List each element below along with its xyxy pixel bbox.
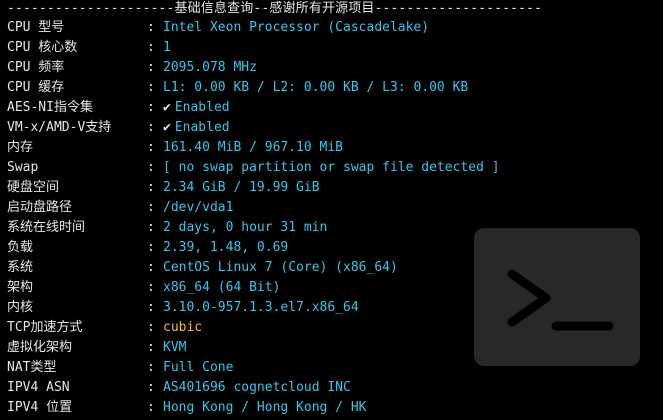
value-ipv4-location: Hong Kong / Hong Kong / HK (163, 400, 367, 415)
checkmark-icon: ✔ (163, 100, 171, 115)
separator: : (147, 40, 155, 55)
label-cpu-cache: CPU 缓存 (7, 80, 65, 95)
separator: : (147, 320, 155, 335)
row-ipv4-location: IPV4 位置 : Hong Kong / Hong Kong / HK (7, 398, 657, 418)
label-cpu-model: CPU 型号 (7, 20, 65, 35)
label-nat-type: NAT类型 (7, 360, 57, 375)
value-memory: 161.40 MiB / 967.10 MiB (163, 140, 344, 155)
row-swap: Swap : [ no swap partition or swap file … (7, 158, 657, 178)
row-boot-disk: 启动盘路径 : /dev/vda1 (7, 198, 657, 218)
value-load: 2.39, 1.48, 0.69 (163, 240, 289, 255)
separator: : (147, 340, 155, 355)
row-cpu-frequency: CPU 频率 : 2095.078 MHz (7, 58, 657, 78)
checkmark-icon: ✔ (163, 120, 171, 135)
separator: : (147, 400, 155, 415)
label-vmx-amdv: VM-x/AMD-V支持 (7, 120, 112, 135)
label-cpu-frequency: CPU 频率 (7, 60, 65, 75)
separator: : (147, 20, 155, 35)
row-cpu-cores: CPU 核心数 : 1 (7, 38, 657, 58)
value-swap: [ no swap partition or swap file detecte… (163, 160, 500, 175)
separator: : (147, 360, 155, 375)
value-cpu-model: Intel Xeon Processor (Cascadelake) (163, 20, 430, 35)
label-os: 系统 (7, 260, 34, 275)
value-boot-disk: /dev/vda1 (163, 200, 234, 215)
label-aes-ni: AES-NI指令集 (7, 100, 93, 115)
separator: : (147, 100, 155, 115)
label-uptime: 系统在线时间 (7, 220, 86, 235)
separator: : (147, 160, 155, 175)
label-load: 负载 (7, 240, 34, 255)
separator: : (147, 140, 155, 155)
value-nat-type: Full Cone (163, 360, 234, 375)
row-aes-ni: AES-NI指令集 : ✔ Enabled (7, 98, 657, 118)
separator: : (147, 380, 155, 395)
label-memory: 内存 (7, 140, 34, 155)
label-ipv4-asn: IPV4 ASN (7, 380, 70, 395)
value-disk-space: 2.34 GiB / 19.99 GiB (163, 180, 320, 195)
value-cpu-cores: 1 (163, 40, 171, 55)
separator: : (147, 220, 155, 235)
label-ipv4-location: IPV4 位置 (7, 400, 73, 415)
label-virtualization: 虚拟化架构 (7, 340, 73, 355)
row-ipv4-asn: IPV4 ASN : AS401696 cognetcloud INC (7, 378, 657, 398)
row-cpu-cache: CPU 缓存 : L1: 0.00 KB / L2: 0.00 KB / L3:… (7, 78, 657, 98)
row-disk-space: 硬盘空间 : 2.34 GiB / 19.99 GiB (7, 178, 657, 198)
label-cpu-cores: CPU 核心数 (7, 40, 78, 55)
value-aes-ni: Enabled (174, 100, 230, 115)
terminal-prompt-icon (474, 228, 640, 366)
separator: : (147, 300, 155, 315)
row-vmx-amdv: VM-x/AMD-V支持 : ✔ Enabled (7, 118, 657, 138)
label-tcp-congestion: TCP加速方式 (7, 320, 83, 335)
value-tcp-congestion: cubic (163, 320, 203, 335)
value-cpu-cache: L1: 0.00 KB / L2: 0.00 KB / L3: 0.00 KB (163, 80, 469, 95)
separator: : (147, 200, 155, 215)
value-kernel: 3.10.0-957.1.3.el7.x86_64 (163, 300, 359, 315)
row-cpu-model: CPU 型号 : Intel Xeon Processor (Cascadela… (7, 18, 657, 38)
terminal-window: ---------------------基础信息查询--感谢所有开源项目---… (0, 0, 663, 420)
label-arch: 架构 (7, 280, 34, 295)
section-header: ---------------------基础信息查询--感谢所有开源项目---… (7, 1, 543, 16)
value-arch: x86_64 (64 Bit) (163, 280, 281, 295)
value-os: CentOS Linux 7 (Core) (x86_64) (163, 260, 398, 275)
separator: : (147, 80, 155, 95)
value-cpu-frequency: 2095.078 MHz (163, 60, 257, 75)
separator: : (147, 60, 155, 75)
value-uptime: 2 days, 0 hour 31 min (163, 220, 328, 235)
row-memory: 内存 : 161.40 MiB / 967.10 MiB (7, 138, 657, 158)
separator: : (147, 280, 155, 295)
separator: : (147, 120, 155, 135)
separator: : (147, 180, 155, 195)
separator: : (147, 240, 155, 255)
label-boot-disk: 启动盘路径 (7, 200, 73, 215)
label-swap: Swap (7, 160, 39, 175)
value-ipv4-asn: AS401696 cognetcloud INC (163, 380, 351, 395)
value-vmx-amdv: Enabled (174, 120, 230, 135)
separator: : (147, 260, 155, 275)
label-kernel: 内核 (7, 300, 34, 315)
label-disk-space: 硬盘空间 (7, 180, 60, 195)
value-virtualization: KVM (163, 340, 187, 355)
